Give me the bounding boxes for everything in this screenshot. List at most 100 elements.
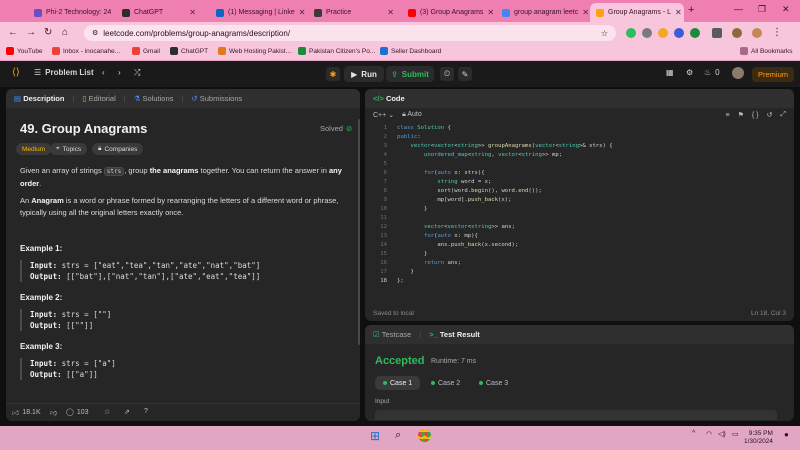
tab-submissions[interactable]: ↺ Submissions xyxy=(191,94,242,103)
bookmark-item[interactable]: Gmail xyxy=(132,47,160,55)
case-tab-3[interactable]: Case 3 xyxy=(471,376,516,390)
browser-tab[interactable]: (1) Messaging | Linke ✕ xyxy=(210,3,306,22)
braces-icon[interactable]: { } xyxy=(752,112,759,119)
problem-list-button[interactable]: ☰ Problem List xyxy=(34,68,94,77)
companies-button[interactable]: 🔒︎ Companies xyxy=(92,143,144,155)
system-clock[interactable]: 9:35 PM 1/30/2024 xyxy=(744,430,773,446)
all-bookmarks[interactable]: All Bookmarks xyxy=(740,47,793,55)
code-line[interactable]: 6 for(auto x: strs){ xyxy=(365,168,794,177)
timer-icon[interactable]: ⏲ xyxy=(440,67,454,81)
code-line[interactable]: 8 sort(word.begin(), word.end()); xyxy=(365,186,794,195)
browser-tab[interactable]: Phi-2 Technology: 24✕ xyxy=(28,3,114,22)
like-button[interactable]: 👍︎ 18.1K xyxy=(12,408,41,417)
close-tab-icon[interactable]: ✕ xyxy=(387,8,394,17)
battery-icon[interactable]: ▭ xyxy=(732,430,739,438)
bookmark-icon[interactable]: ⚑ xyxy=(738,111,744,119)
next-problem-icon[interactable]: › xyxy=(118,68,121,77)
bookmark-star-icon[interactable]: ☆ xyxy=(601,29,608,38)
windows-start-icon[interactable]: ⊞ xyxy=(370,429,380,443)
debug-icon[interactable]: ✱ xyxy=(326,67,340,81)
prev-problem-icon[interactable]: ‹ xyxy=(102,68,105,77)
code-line[interactable]: 15 } xyxy=(365,249,794,258)
topics-button[interactable]: ⌖ Topics xyxy=(50,143,88,155)
forward-icon[interactable]: → xyxy=(26,27,36,38)
extension-icon[interactable] xyxy=(642,28,652,38)
browser-tab[interactable]: (3) Group Anagrams ✕ xyxy=(402,3,494,22)
notification-icon[interactable]: ● xyxy=(784,430,789,439)
extensions-puzzle-icon[interactable] xyxy=(712,28,722,38)
bookmark-item[interactable]: YouTube xyxy=(6,47,43,55)
fullscreen-icon[interactable]: ⤢ xyxy=(780,111,786,119)
minimize-icon[interactable]: — xyxy=(734,4,743,14)
chrome-icon[interactable] xyxy=(418,429,431,444)
extension-icon[interactable] xyxy=(626,28,636,38)
bookmark-item[interactable]: Web Hosting Pakist... xyxy=(218,47,291,55)
browser-tab-active[interactable]: Group Anagrams - L ✕ xyxy=(590,3,684,22)
new-tab-icon[interactable]: + xyxy=(688,4,694,16)
user-avatar[interactable] xyxy=(732,67,744,79)
profile-avatar[interactable] xyxy=(752,28,762,38)
code-line[interactable]: 1 class Solution { xyxy=(365,123,794,132)
tab-solutions[interactable]: ⚗ Solutions xyxy=(134,94,174,103)
browser-tab[interactable]: ChatGPT ✕ xyxy=(116,3,202,22)
back-icon[interactable]: ← xyxy=(8,27,18,38)
comments-button[interactable]: ◯ 103 xyxy=(66,408,89,417)
code-line[interactable]: 10 } xyxy=(365,204,794,213)
menu-icon[interactable]: ≡ xyxy=(726,112,730,119)
close-tab-icon[interactable]: ✕ xyxy=(675,8,682,17)
extension-icon[interactable] xyxy=(674,28,684,38)
site-info-icon[interactable]: ⚙ xyxy=(92,29,98,37)
tray-chevron-icon[interactable]: ^ xyxy=(692,430,695,437)
description-scrollbar[interactable] xyxy=(358,119,360,345)
window-close-icon[interactable]: ✕ xyxy=(782,4,790,15)
code-line[interactable]: 4 unordered_map<string, vector<string>> … xyxy=(365,150,794,159)
reload-icon[interactable]: ↻ xyxy=(44,27,52,38)
tab-editorial[interactable]: ▯ Editorial xyxy=(82,94,115,103)
favorite-star-icon[interactable]: ☆ xyxy=(104,408,110,416)
chrome-menu-icon[interactable]: ⋮ xyxy=(772,27,782,38)
browser-tab[interactable]: Practice ✕ xyxy=(308,3,400,22)
premium-button[interactable]: Premium xyxy=(752,67,794,82)
case-tab-1[interactable]: Case 1 xyxy=(375,376,421,390)
submit-button[interactable]: ⇪ Submit xyxy=(386,66,434,82)
leetcode-logo-icon[interactable]: ⟨⟩ xyxy=(12,67,20,78)
case-tab-2[interactable]: Case 2 xyxy=(423,376,468,390)
code-line[interactable]: 18}; xyxy=(365,276,794,285)
code-line[interactable]: 12 vector<vector<string>> ans; xyxy=(365,222,794,231)
code-line[interactable]: 3 vector<vector<string>> groupAnagrams(v… xyxy=(365,141,794,150)
notes-icon[interactable]: ✎ xyxy=(458,67,472,81)
reset-icon[interactable]: ↺ xyxy=(767,111,773,119)
code-line[interactable]: 7 string word = x; xyxy=(365,177,794,186)
code-line[interactable]: 2 public: xyxy=(365,132,794,141)
close-tab-icon[interactable]: ✕ xyxy=(299,8,306,17)
code-line[interactable]: 17 } xyxy=(365,267,794,276)
help-icon[interactable]: ? xyxy=(144,408,148,415)
auto-mode-toggle[interactable]: 🔒︎ Auto xyxy=(402,111,422,119)
home-icon[interactable]: ⌂ xyxy=(62,27,68,38)
bookmark-item[interactable]: ChatGPT xyxy=(170,47,208,55)
shuffle-icon[interactable]: ⤮ xyxy=(134,68,140,78)
tab-test-result[interactable]: >_ Test Result xyxy=(429,330,480,339)
dislike-icon[interactable]: 👎︎ xyxy=(50,408,57,417)
streak-counter[interactable]: ♨ 0 xyxy=(704,68,720,77)
code-line[interactable]: 14 ans.push_back(x.second); xyxy=(365,240,794,249)
bookmark-item[interactable]: Seller Dashboard xyxy=(380,47,441,55)
close-tab-icon[interactable]: ✕ xyxy=(582,8,588,17)
settings-icon[interactable]: ⚙ xyxy=(686,68,693,77)
share-icon[interactable]: ⇗ xyxy=(124,408,130,416)
browser-tab[interactable]: group anagram leetc ✕ xyxy=(496,3,588,22)
wifi-icon[interactable]: ◠ xyxy=(706,430,712,438)
maximize-icon[interactable]: ❐ xyxy=(758,4,766,15)
sidebar-icon[interactable] xyxy=(732,28,742,38)
extension-icon[interactable] xyxy=(690,28,700,38)
close-tab-icon[interactable]: ✕ xyxy=(189,8,196,17)
run-button[interactable]: ▶ Run xyxy=(344,66,384,82)
search-icon[interactable]: ⌕ xyxy=(395,429,401,442)
code-line[interactable]: 13 for(auto x: mp){ xyxy=(365,231,794,240)
address-bar[interactable]: ⚙ leetcode.com/problems/group-anagrams/d… xyxy=(84,25,616,41)
close-tab-icon[interactable]: ✕ xyxy=(487,8,494,17)
code-line[interactable]: 11 xyxy=(365,213,794,222)
volume-icon[interactable]: ◁) xyxy=(718,430,726,438)
bookmark-item[interactable]: Pakistan Citizen's Po... xyxy=(298,47,375,55)
code-line[interactable]: 5 xyxy=(365,159,794,168)
